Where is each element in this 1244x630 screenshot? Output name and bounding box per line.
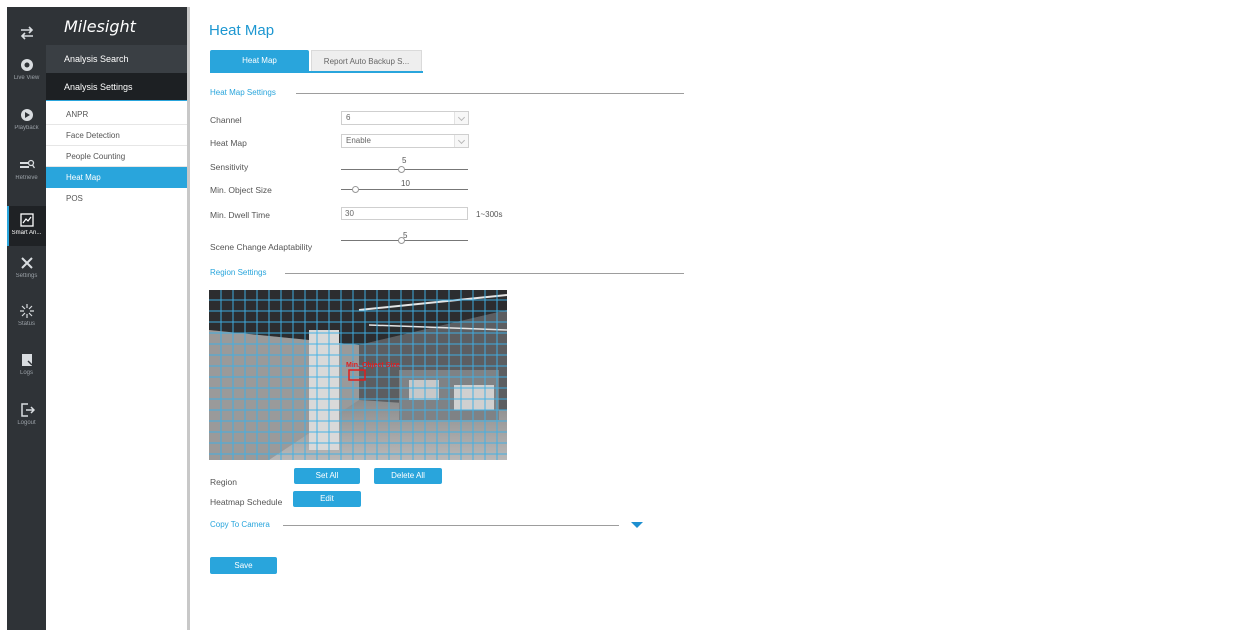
heatmap-settings-title: Heat Map Settings [210,88,276,97]
channel-value: 6 [346,113,351,122]
edit-schedule-button[interactable]: Edit [293,491,361,507]
channel-label: Channel [210,115,242,125]
delete-all-button[interactable]: Delete All [374,468,442,484]
sensitivity-label: Sensitivity [210,162,249,172]
switch-arrows-icon [20,26,33,40]
camera-preview-image: Min. Object Size [209,290,507,460]
rail-retrieve[interactable]: Retrieve [7,157,46,197]
page-title: Heat Map [209,22,275,39]
rail-label: Settings [15,273,38,279]
switch-arrows-button[interactable] [7,25,46,49]
tab-heat-map[interactable]: Heat Map [210,50,309,72]
rail-label: Playback [14,125,39,131]
settings-icon [20,257,33,269]
min-object-size-slider[interactable] [341,186,468,193]
menu-item-people-counting[interactable]: People Counting [46,146,187,167]
save-button[interactable]: Save [210,557,277,574]
slider-knob[interactable] [352,186,359,193]
rail-label: Logs [19,370,33,376]
menu-item-pos[interactable]: POS [46,188,187,209]
tab-underline [210,71,423,73]
rail-logout[interactable]: Logout [7,402,46,442]
menu-panel: Milesight Analysis Search Analysis Setti… [46,7,187,630]
heatmap-select[interactable]: Enable [341,134,469,148]
region-settings-title: Region Settings [210,268,267,277]
status-icon [19,304,34,318]
channel-select[interactable]: 6 [341,111,469,125]
slider-knob[interactable] [398,166,405,173]
rail-logs[interactable]: Logs [7,352,46,392]
rail-label: Retrieve [15,175,38,181]
rail-label: Status [17,321,35,327]
icon-rail: Live View Playback Retrieve Smart An... … [7,7,46,630]
logout-icon [20,403,35,417]
min-object-size-overlay: Min. Object Size [346,362,400,369]
rail-playback[interactable]: Playback [7,107,46,147]
menu-analysis-settings[interactable]: Analysis Settings [46,73,187,101]
chevron-down-icon [454,112,468,124]
camera-preview[interactable]: Min. Object Size [209,290,507,460]
min-dwell-range: 1~300s [476,210,503,219]
min-dwell-time-label: Min. Dwell Time [210,210,270,220]
chevron-down-icon [454,135,468,147]
section-divider [283,525,619,526]
heatmap-label: Heat Map [210,138,247,148]
heatmap-schedule-label: Heatmap Schedule [210,497,283,507]
heatmap-value: Enable [346,136,371,145]
copy-to-camera-label[interactable]: Copy To Camera [210,520,270,529]
rail-label: Live View [13,75,40,81]
scene-change-label: Scene Change Adaptability [210,242,313,252]
menu-item-face-detection[interactable]: Face Detection [46,125,187,146]
rail-status[interactable]: Status [7,303,46,343]
rail-live-view[interactable]: Live View [7,57,46,97]
section-divider [285,273,684,274]
tab-report-auto-backup[interactable]: Report Auto Backup S... [311,50,422,72]
region-label: Region [210,477,237,487]
menu-list: ANPR Face Detection People Counting Heat… [46,104,187,209]
menu-item-heat-map[interactable]: Heat Map [46,167,187,188]
sensitivity-value: 5 [402,156,407,165]
chevron-down-icon[interactable] [631,522,643,528]
menu-item-anpr[interactable]: ANPR [46,104,187,125]
rail-smart-analysis[interactable]: Smart An... [7,206,46,246]
min-object-size-label: Min. Object Size [210,185,272,195]
scene-change-slider[interactable] [341,237,468,244]
live-view-icon [20,59,33,71]
menu-analysis-search[interactable]: Analysis Search [46,45,187,73]
rail-label: Smart An... [11,230,42,236]
rail-label: Logout [17,420,36,426]
main-content: Heat Map Heat Map Report Auto Backup S..… [190,7,1244,630]
set-all-button[interactable]: Set All [294,468,360,484]
playback-icon [20,109,33,121]
smart-analysis-icon [19,213,34,227]
retrieve-icon [19,159,35,169]
section-divider [296,93,684,94]
slider-knob[interactable] [398,237,405,244]
logs-icon [21,354,33,366]
min-dwell-time-input[interactable]: 30 [341,207,468,220]
min-object-size-value: 10 [401,179,410,188]
milesight-logo: Milesight [46,7,187,45]
sensitivity-slider[interactable] [341,166,468,173]
rail-settings[interactable]: Settings [7,255,46,295]
